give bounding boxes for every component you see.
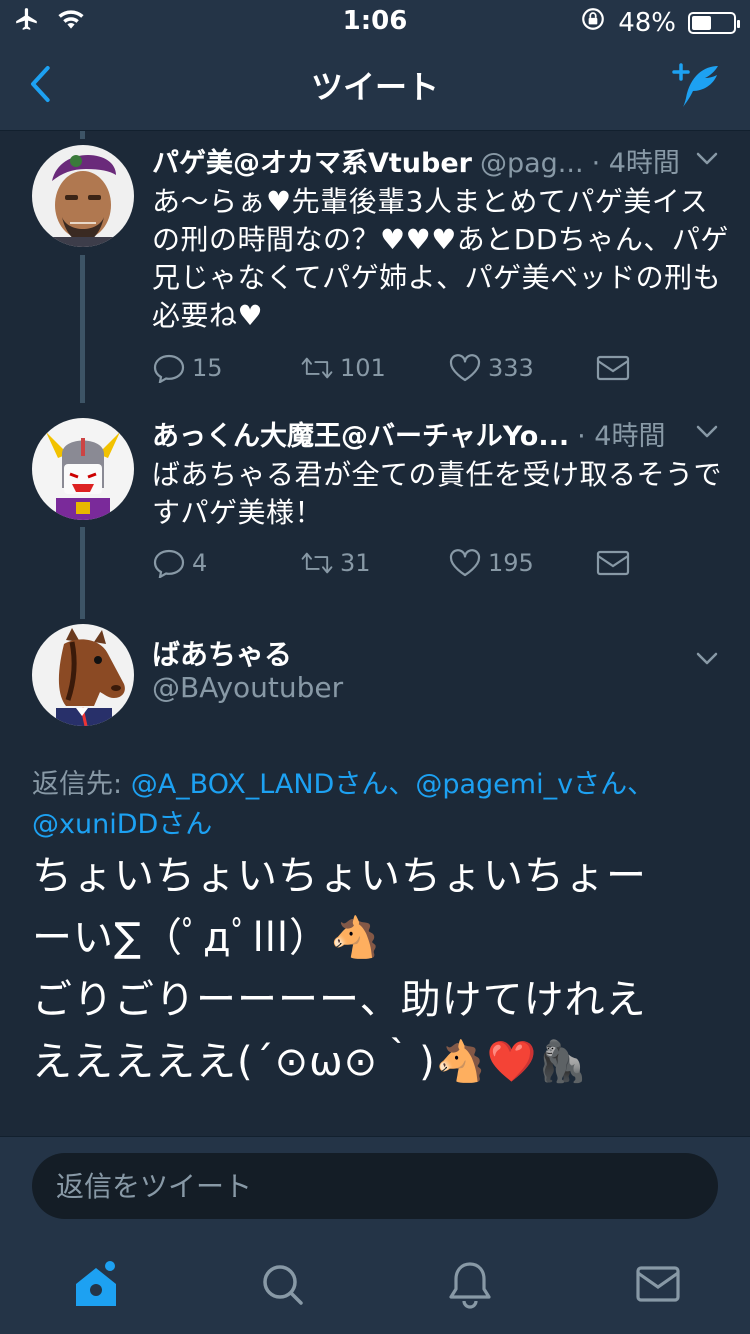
tweet-text: ばあちゃる君が全ての責任を受け取るそうですパゲ美様！	[152, 458, 723, 529]
like-count: 333	[488, 354, 534, 382]
retweet-count: 101	[340, 354, 386, 382]
share-dm-button[interactable]	[596, 353, 744, 383]
share-dm-icon	[596, 550, 630, 576]
retweet-icon	[301, 357, 333, 379]
author-name[interactable]: ばあちゃる	[152, 633, 292, 673]
like-button[interactable]: 195	[448, 548, 596, 578]
avatar[interactable]	[32, 145, 134, 247]
navigation-bar: ツイート	[0, 40, 750, 131]
mention-link[interactable]: @A_BOX_LANDさん、	[131, 769, 416, 800]
mention-link[interactable]: @pagemi_vさん、	[415, 769, 654, 800]
author-name[interactable]: あっくん大魔王@バーチャルYo...	[152, 414, 569, 453]
reply-count: 15	[192, 354, 223, 382]
author-handle[interactable]: @pag...	[480, 148, 584, 179]
thread-connector	[80, 131, 85, 139]
author-name[interactable]: パゲ美@オカマ系Vtuber	[152, 141, 472, 180]
tweet-actions: 15 101 333	[152, 353, 744, 383]
tweet-text: ちょいちょいちょいちょいちょー ーい∑（ﾟдﾟlll）🐴 ごりごりーーーー、助け…	[32, 853, 647, 1085]
chevron-down-icon[interactable]	[694, 145, 720, 171]
tweet-body: パゲ美@オカマ系Vtuber @pag... · 4時間 あ〜らぁ♥先輩後輩3人…	[152, 141, 730, 335]
tab-bar	[0, 1240, 750, 1334]
battery-icon	[688, 11, 740, 34]
tweet-actions: 4 31 195	[152, 548, 744, 578]
reply-button[interactable]: 4	[152, 548, 300, 578]
share-dm-icon	[596, 355, 630, 381]
share-dm-button[interactable]	[596, 548, 744, 578]
thread-connector	[80, 527, 85, 619]
reply-icon	[153, 354, 185, 383]
tweet-text: あ〜らぁ♥先輩後輩3人まとめてパゲ美イスの刑の時間なの？♥♥♥あとDDちゃん、パ…	[152, 185, 729, 332]
retweet-count: 31	[340, 549, 371, 577]
retweet-icon	[301, 552, 333, 574]
tweet-time: · 4時間	[577, 421, 666, 452]
like-icon	[449, 549, 481, 577]
chevron-down-icon[interactable]	[694, 418, 720, 444]
reply-to-label: 返信先:	[32, 769, 131, 800]
home-icon[interactable]	[68, 1260, 124, 1310]
notifications-icon[interactable]	[442, 1260, 498, 1310]
tweet-time: · 4時間	[591, 148, 680, 179]
reply-count: 4	[192, 549, 208, 577]
reply-bar	[0, 1136, 750, 1241]
avatar[interactable]	[32, 418, 134, 520]
tweet-body: あっくん大魔王@バーチャルYo... · 4時間 ばあちゃる君が全ての責任を受け…	[152, 414, 730, 532]
reply-button[interactable]: 15	[152, 353, 300, 383]
mention-link[interactable]: @xuniDDさん	[32, 809, 212, 840]
thread-connector	[80, 255, 85, 403]
avatar[interactable]	[32, 624, 134, 726]
reply-icon	[153, 549, 185, 578]
rotation-lock-icon	[580, 6, 606, 39]
search-icon[interactable]	[254, 1260, 310, 1310]
compose-tweet-icon[interactable]	[668, 58, 722, 108]
tweet-header: パゲ美@オカマ系Vtuber @pag... · 4時間	[152, 141, 730, 181]
like-icon	[449, 354, 481, 382]
status-bar: 1:06 48%	[0, 0, 750, 40]
tweet-header: あっくん大魔王@バーチャルYo... · 4時間	[152, 414, 730, 454]
author-handle[interactable]: @BAyoutuber	[152, 671, 343, 704]
like-button[interactable]: 333	[448, 353, 596, 383]
chevron-down-icon[interactable]	[694, 645, 720, 671]
page-title: ツイート	[310, 68, 439, 106]
like-count: 195	[488, 549, 534, 577]
messages-icon[interactable]	[630, 1260, 686, 1310]
retweet-button[interactable]: 101	[300, 353, 448, 383]
reply-to-line: 返信先: @A_BOX_LANDさん、@pagemi_vさん、 @xuniDDさん	[32, 765, 722, 845]
retweet-button[interactable]: 31	[300, 548, 448, 578]
tweet-thread: パゲ美@オカマ系Vtuber @pag... · 4時間 あ〜らぁ♥先輩後輩3人…	[0, 131, 750, 1135]
battery-percent: 48%	[618, 7, 676, 38]
reply-input[interactable]	[32, 1153, 718, 1219]
